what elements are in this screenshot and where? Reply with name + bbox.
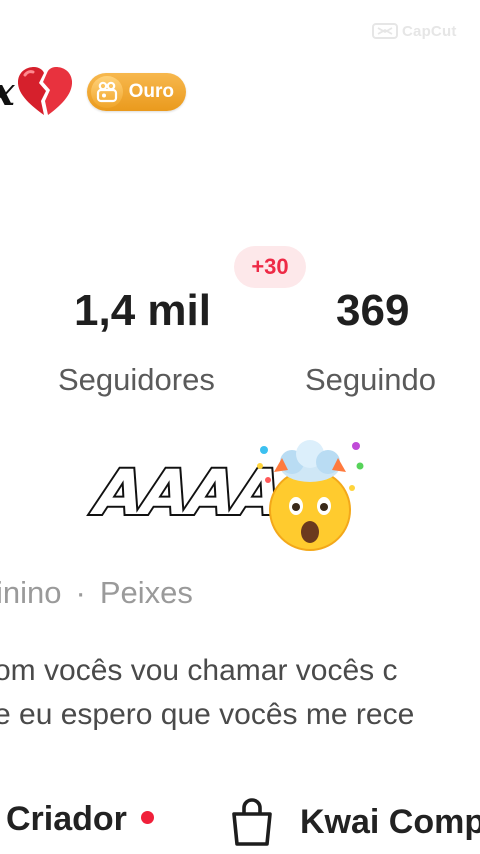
separator-dot: ·: [75, 575, 86, 610]
capcut-watermark: CapCut: [372, 22, 457, 40]
broken-heart-icon: [17, 67, 72, 115]
following-label[interactable]: Seguindo: [305, 362, 436, 398]
notification-dot: [140, 811, 154, 824]
kwai-level-icon: [90, 76, 123, 108]
zodiac-text: Peixes: [99, 575, 193, 610]
kwai-shop-link[interactable]: Kwai Comp: [226, 796, 480, 848]
creator-link[interactable]: Criador: [6, 800, 154, 839]
followers-label[interactable]: Seguidores: [58, 362, 215, 398]
capcut-logo-icon: [372, 23, 398, 39]
gender-text: inino: [0, 575, 62, 610]
profile-name: x: [0, 73, 15, 111]
bio-line-1: om vocês vou chamar vocês c: [0, 654, 398, 687]
shopping-bag-icon: [232, 798, 272, 846]
followers-count[interactable]: 1,4 mil: [74, 286, 211, 336]
profile-name-row: x Ouro: [0, 62, 187, 122]
level-badge[interactable]: Ouro: [86, 73, 187, 111]
profile-details: inino · Peixes: [0, 575, 193, 611]
exploding-head-icon: [257, 440, 364, 551]
watermark-text: CapCut: [402, 22, 457, 40]
badge-label: Ouro: [128, 81, 175, 102]
followers-delta-badge: +30: [234, 246, 306, 288]
bio-line-2: e eu espero que vocês me rece: [0, 698, 415, 731]
shop-label: Kwai Comp: [300, 802, 480, 841]
creator-label: Criador: [6, 800, 127, 838]
following-count[interactable]: 369: [336, 286, 409, 336]
